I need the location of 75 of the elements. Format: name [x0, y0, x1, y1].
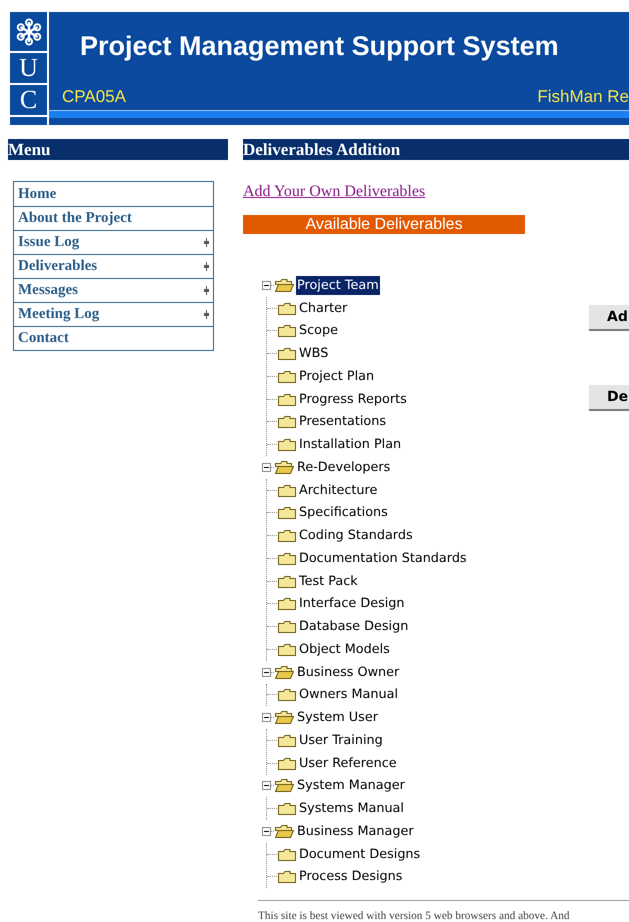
folder-icon: [278, 756, 296, 770]
footer-note: This site is best viewed with version 5 web browsers and above. And: [258, 900, 629, 922]
tree-node[interactable]: Coding Standards: [298, 526, 414, 546]
folder-icon: [278, 415, 296, 428]
tree-node[interactable]: Owners Manual: [298, 685, 400, 704]
folder-icon: [278, 392, 296, 406]
folder-icon: [278, 438, 296, 452]
menu-item[interactable]: Contact: [14, 326, 213, 350]
folder-icon: [278, 848, 296, 861]
folder-icon: [278, 347, 296, 360]
tree-node[interactable]: User Reference: [298, 754, 398, 773]
open-folder-icon: [275, 460, 294, 474]
open-folder-icon: [275, 779, 294, 792]
folder-icon: [278, 484, 296, 497]
logo-letter: C: [10, 85, 47, 116]
open-folder-icon: [275, 711, 294, 724]
side-button[interactable]: De: [589, 385, 629, 411]
folder-icon: [278, 529, 296, 542]
tree-node[interactable]: Architecture: [298, 480, 378, 500]
snowflake-icon: [14, 18, 42, 46]
tree-node[interactable]: System Manager: [296, 776, 406, 796]
tree-node[interactable]: Specifications: [298, 503, 389, 522]
menu-item[interactable]: Meeting Log: [14, 302, 213, 326]
folder-icon: [278, 324, 296, 338]
folder-icon: [278, 688, 296, 702]
logo-letter: U: [10, 53, 47, 84]
open-folder-icon: [275, 666, 294, 679]
tree-node[interactable]: Test Pack: [298, 572, 359, 591]
menu-heading: Menu: [8, 139, 228, 160]
tree-node[interactable]: Scope: [298, 321, 339, 340]
menu-item[interactable]: Deliverables: [14, 254, 213, 278]
folder-icon: [278, 870, 296, 884]
menu-item[interactable]: Issue Log: [14, 230, 213, 254]
tree-node[interactable]: Re-Developers: [296, 458, 392, 477]
tree-node[interactable]: Progress Reports: [298, 390, 408, 409]
tree-node[interactable]: Interface Design: [298, 594, 406, 614]
add-deliverables-link[interactable]: Add Your Own Deliverables: [243, 180, 426, 204]
tree-node[interactable]: Documentation Standards: [298, 548, 468, 568]
folder-icon: [278, 370, 296, 383]
tree-node[interactable]: Business Owner: [296, 662, 400, 682]
folder-icon: [278, 620, 296, 634]
tree-node[interactable]: Business Manager: [296, 822, 415, 841]
site-title: Project Management Support System: [79, 30, 560, 63]
folder-icon: [278, 734, 296, 747]
logo-block: [10, 117, 47, 125]
open-folder-icon: [275, 278, 294, 292]
folder-icon: [278, 302, 296, 315]
tree-node[interactable]: WBS: [298, 344, 330, 364]
tree-node[interactable]: Process Designs: [298, 867, 404, 886]
team-name: FishMan Re: [537, 86, 629, 108]
folder-icon: [278, 552, 296, 565]
tree-node[interactable]: User Training: [298, 730, 384, 750]
folder-icon: [278, 597, 296, 610]
side-button[interactable]: Ad: [589, 305, 629, 331]
project-code: CPA05A: [62, 86, 126, 108]
menu-item[interactable]: Home: [14, 182, 213, 206]
tree-node[interactable]: Presentations: [298, 412, 388, 432]
tree-node[interactable]: System User: [296, 708, 379, 728]
page-heading: Deliverables Addition: [243, 139, 629, 160]
section-banner: Available Deliverables: [243, 215, 525, 234]
folder-icon: [278, 506, 296, 520]
open-folder-icon: [275, 824, 294, 838]
tree-node[interactable]: Charter: [298, 298, 348, 318]
menu-item[interactable]: About the Project: [14, 206, 213, 230]
tree-node[interactable]: Document Designs: [298, 844, 422, 864]
tree-node[interactable]: Installation Plan: [298, 435, 402, 454]
folder-icon: [278, 642, 296, 656]
folder-icon: [278, 802, 296, 816]
tree-node[interactable]: Systems Manual: [298, 799, 405, 818]
folder-icon: [278, 574, 296, 588]
menu-item[interactable]: Messages: [14, 278, 213, 302]
tree-node[interactable]: Project Plan: [298, 366, 376, 386]
tree-node[interactable]: Object Models: [298, 640, 391, 659]
tree-node[interactable]: Database Design: [298, 617, 410, 636]
tree-node[interactable]: Project Team: [296, 276, 380, 295]
